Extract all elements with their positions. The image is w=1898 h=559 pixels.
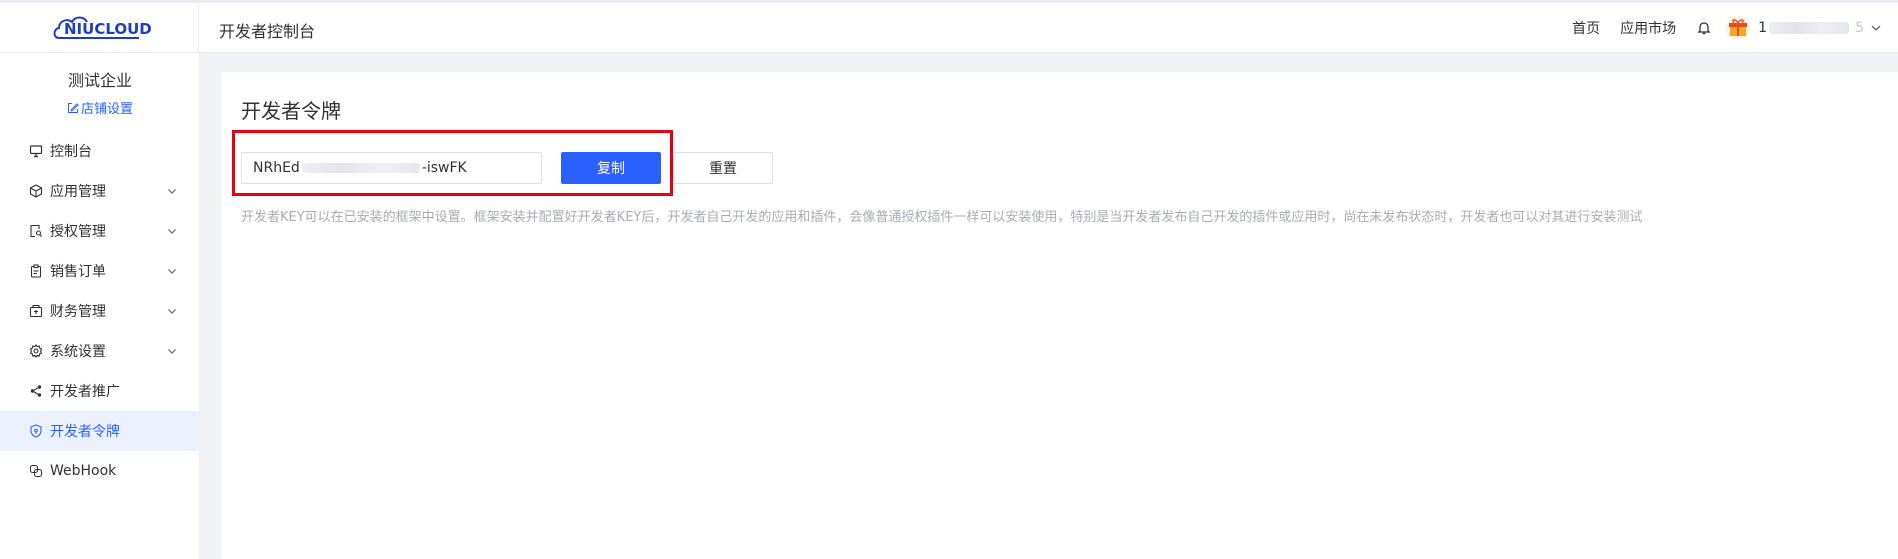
webhook-icon [28,463,44,479]
avatar[interactable] [1726,16,1751,40]
username-redacted [1769,22,1850,34]
app-market-link[interactable]: 应用市场 [1620,18,1676,38]
sidebar-item-system-settings[interactable]: 系统设置 [0,331,200,371]
shop-settings-link[interactable]: 店铺设置 [0,98,200,117]
wallet-icon [28,303,44,319]
token-description: 开发者KEY可以在已安装的框架中设置。框架安装并配置好开发者KEY后，开发者自己… [241,210,1643,225]
edit-icon [67,102,79,113]
sidebar-item-dashboard[interactable]: 控制台 [0,131,200,171]
token-redacted [301,163,420,173]
sidebar-item-sales-orders[interactable]: 销售订单 [0,251,200,291]
clipboard-icon [28,263,44,279]
sidebar-item-developer-token[interactable]: 开发者令牌 [0,411,200,451]
company-name: 测试企业 [67,71,132,90]
header-actions: 首页 应用市场 1 5 [1572,3,1882,53]
share-icon [28,383,44,399]
top-header: NIUCLOUD 开发者控制台 首页 应用市场 1 5 [0,3,1898,53]
sidebar-item-label: 开发者令牌 [50,424,120,440]
sidebar-item-webhook[interactable]: WebHook [0,451,200,491]
sidebar-item-label: 开发者推广 [50,384,120,400]
gift-avatar-icon [1729,19,1748,36]
home-link[interactable]: 首页 [1572,18,1600,38]
niucloud-logo[interactable]: NIUCLOUD [51,12,152,44]
sidebar-item-label: 系统设置 [50,344,106,360]
chevron-down-icon[interactable] [166,225,178,237]
sidebar-item-label: 应用管理 [50,184,106,200]
chevron-down-icon[interactable] [166,265,178,277]
sidebar-item-label: WebHook [50,463,117,479]
sidebar-item-finance-management[interactable]: 财务管理 [0,291,200,331]
chevron-down-icon[interactable] [1870,22,1882,34]
username-suffix[interactable]: 5 [1855,20,1864,36]
sidebar-item-label: 销售订单 [50,264,106,280]
sidebar-item-app-management[interactable]: 应用管理 [0,171,200,211]
shield-icon [28,423,44,439]
logo-area[interactable]: NIUCLOUD [0,3,199,53]
main-card: 开发者令牌 NRhEd -iswFK 复制 重置 开发者KEY可以在已安装的框架… [221,72,1898,559]
monitor-icon [28,143,44,159]
sidebar: 测试企业 店铺设置 控制台 应用管理 授权管理 销售订单 财务管理 系统设置 开… [0,53,200,559]
sidebar-menu: 控制台 应用管理 授权管理 销售订单 财务管理 系统设置 开发者推广 开发者令牌… [0,131,200,491]
sidebar-item-developer-promotion[interactable]: 开发者推广 [0,371,200,411]
page-title: 开发者控制台 [219,22,316,41]
sidebar-item-license-management[interactable]: 授权管理 [0,211,200,251]
logo-text: NIUCLOUD [64,20,152,38]
shop-settings-label: 店铺设置 [80,102,133,117]
token-prefix: NRhEd [253,160,300,176]
gear-icon [28,343,44,359]
chevron-down-icon[interactable] [166,345,178,357]
token-input[interactable]: NRhEd -iswFK [241,152,542,184]
username-prefix[interactable]: 1 [1758,20,1767,36]
reset-button[interactable]: 重置 [673,152,773,184]
chevron-down-icon[interactable] [166,305,178,317]
key-document-icon [28,223,44,239]
token-suffix: -iswFK [421,160,467,176]
sidebar-item-label: 控制台 [50,144,92,160]
copy-button[interactable]: 复制 [561,152,661,184]
chevron-down-icon[interactable] [166,185,178,197]
bell-icon[interactable] [1696,20,1712,36]
card-title: 开发者令牌 [241,99,341,123]
cube-icon [28,183,44,199]
sidebar-item-label: 财务管理 [50,304,106,320]
sidebar-item-label: 授权管理 [50,224,106,240]
